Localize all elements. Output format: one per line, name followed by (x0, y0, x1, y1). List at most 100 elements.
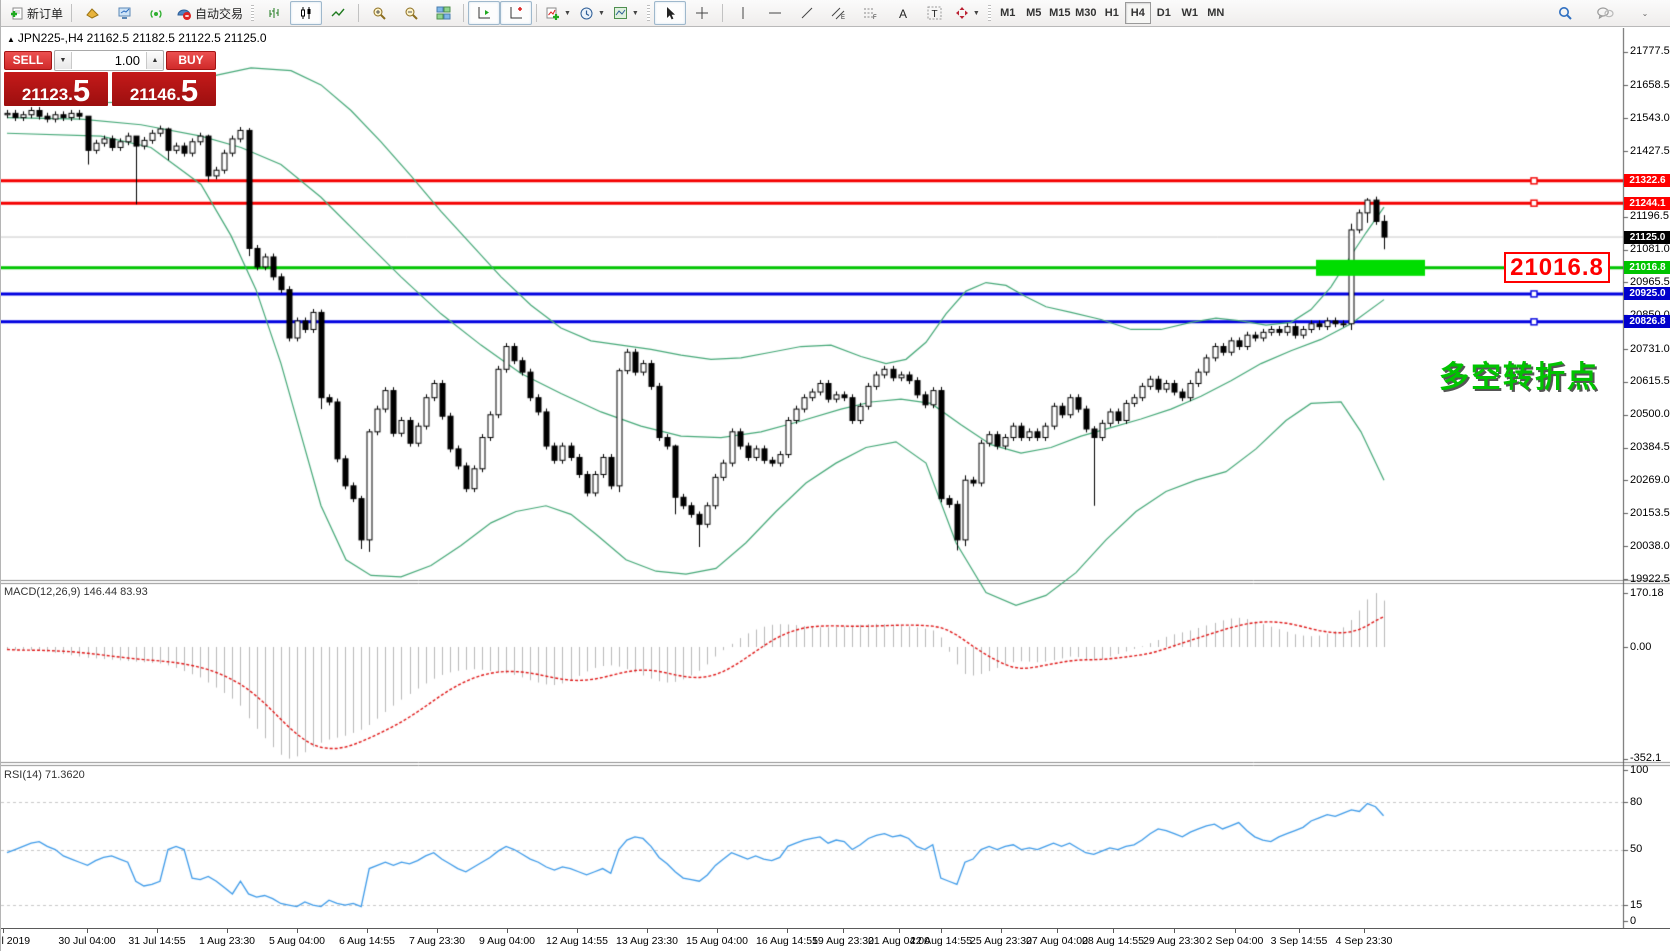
expand-triangle-icon[interactable]: ▲ (7, 35, 15, 44)
time-axis[interactable]: 28 Jul 2019 30 Jul 04:00 31 Jul 14:55 1 Aug… (1, 928, 1670, 951)
cursor-button[interactable] (653, 1, 686, 25)
time-axis-tick (941, 929, 942, 933)
volume-increase-icon[interactable]: ▲ (146, 51, 163, 69)
market-watch-button[interactable] (108, 1, 140, 25)
level-price-callout[interactable]: 21016.8 (1504, 252, 1610, 283)
price-tick-label: 21777.5 (1630, 45, 1670, 57)
chart-shift-button[interactable] (468, 1, 501, 25)
toolbar-separator (721, 4, 723, 22)
time-axis-label: 13 Aug 23:30 (616, 935, 678, 947)
time-axis-label: 12 Aug 14:55 (546, 935, 608, 947)
zoom-out-button[interactable] (395, 1, 427, 25)
time-axis-tick (367, 929, 368, 933)
fibo-icon: F (863, 6, 878, 20)
chevron-down-icon: ▼ (597, 9, 605, 17)
time-axis-label: 27 Aug 04:00 (1026, 935, 1088, 947)
volume-value[interactable]: 1.00 (72, 53, 146, 68)
chevron-down-icon: ▼ (564, 9, 571, 17)
shift-icon (477, 6, 492, 20)
toolbar-grip (987, 5, 991, 21)
price-tick-label: 20384.5 (1630, 441, 1670, 454)
signals-button[interactable] (140, 1, 172, 25)
channel-icon: E (831, 6, 846, 20)
sell-button[interactable]: SELL (4, 50, 52, 70)
toolbar-separator (358, 4, 360, 22)
candles-icon (299, 6, 313, 20)
time-axis-label: 6 Aug 14:55 (338, 935, 396, 947)
timeframe-button-h1[interactable]: H1 (1099, 2, 1125, 24)
buy-price-pip: 5 (180, 73, 199, 108)
timeframe-button-mn[interactable]: MN (1203, 2, 1229, 24)
vertical-line-button[interactable] (727, 1, 759, 25)
trading-app-window: 新订单 自动交易 ▼ ▼ ▼ E F A T ▼ M1 M5 M15 M30 H1 H4 D1 W1 MN ⌄ ▲… (0, 0, 1670, 951)
svg-text:A: A (899, 7, 907, 20)
time-axis-tick (437, 929, 438, 933)
neworder-icon (9, 6, 24, 21)
rsi-tick-label: 15 (1630, 898, 1643, 911)
volume-stepper[interactable]: ▼ 1.00 ▲ (54, 49, 164, 71)
search-icon[interactable] (1549, 1, 1581, 25)
rsi-tick-label: 80 (1630, 795, 1643, 808)
line-chart-button[interactable] (322, 1, 354, 25)
fibonacci-button[interactable]: F (855, 1, 887, 25)
time-axis-tick (647, 929, 648, 933)
timeframe-button-d1[interactable]: D1 (1151, 2, 1177, 24)
tile-windows-button[interactable] (427, 1, 459, 25)
text-button[interactable]: A (887, 1, 919, 25)
macd-tick-label: 0.00 (1630, 640, 1652, 653)
timeframe-button-h4[interactable]: H4 (1124, 2, 1151, 24)
price-tick-label: 21196.5 (1630, 210, 1669, 223)
macd-indicator-label: MACD(12,26,9) 146.44 83.93 (4, 586, 148, 598)
timeframe-button-m1[interactable]: M1 (995, 2, 1021, 24)
bars-icon (267, 6, 281, 20)
zoom-in-button[interactable] (363, 1, 395, 25)
toolbar-overflow-chevron-icon[interactable]: ⌄ (1629, 1, 1661, 25)
time-axis-tick (157, 929, 158, 933)
price-tick-label: 21658.5 (1630, 78, 1670, 91)
horizontal-line-button[interactable] (759, 1, 791, 25)
rsi-tick-label: 0 (1630, 914, 1637, 927)
buy-price-panel[interactable]: 21146. 5 (112, 72, 216, 106)
time-axis-label: 16 Aug 14:55 (756, 935, 818, 947)
ticker-button[interactable] (76, 1, 108, 25)
time-axis-tick (507, 929, 508, 933)
chinese-annotation-text: 多空转折点 (1439, 361, 1599, 394)
crosshair-icon (695, 6, 709, 20)
periods-button[interactable]: ▼ (575, 1, 609, 25)
new-order-button[interactable]: 新订单 (5, 1, 67, 25)
indicators-icon (545, 6, 560, 21)
auto-scroll-button[interactable] (500, 1, 533, 25)
buy-button[interactable]: BUY (166, 50, 216, 70)
sell-price-panel[interactable]: 21123. 5 (4, 72, 108, 106)
chat-icon[interactable] (1589, 1, 1621, 25)
time-axis-label: 4 Sep 23:30 (1335, 935, 1393, 947)
timeframe-button-w1[interactable]: W1 (1177, 2, 1203, 24)
time-axis-tick (1299, 929, 1300, 933)
timeframe-button-m30[interactable]: M30 (1073, 2, 1099, 24)
equidistant-channel-button[interactable]: E (823, 1, 855, 25)
auto-trading-button[interactable]: 自动交易 (172, 1, 247, 25)
rsi-tick-label: 100 (1630, 763, 1649, 776)
arrows-button[interactable]: ▼ (951, 1, 984, 25)
candlestick-chart-button[interactable] (290, 1, 323, 25)
time-axis-tick (87, 929, 88, 933)
signal-icon (149, 6, 164, 20)
time-axis-tick (1057, 929, 1058, 933)
time-axis-tick (843, 929, 844, 933)
price-tick-label: 20038.0 (1630, 539, 1670, 552)
text-label-button[interactable]: T (919, 1, 951, 25)
one-click-trading-panel: SELL ▼ 1.00 ▲ BUY 21123. 5 21146. 5 (4, 49, 216, 106)
templates-button[interactable]: ▼ (609, 1, 643, 25)
trendline-button[interactable] (791, 1, 823, 25)
bar-chart-button[interactable] (258, 1, 290, 25)
chart-canvas[interactable] (1, 28, 1670, 928)
timeframe-button-m5[interactable]: M5 (1021, 2, 1047, 24)
time-axis-label: 5 Aug 04:00 (268, 935, 326, 947)
timeframe-button-m15[interactable]: M15 (1047, 2, 1073, 24)
crosshair-button[interactable] (686, 1, 718, 25)
price-tick-label: 21427.5 (1630, 144, 1670, 157)
volume-decrease-icon[interactable]: ▼ (55, 51, 72, 69)
time-axis-label: 28 Jul 2019 (1, 935, 31, 947)
indicators-button[interactable]: ▼ (541, 1, 575, 25)
price-tick-label: 20731.0 (1630, 342, 1670, 355)
